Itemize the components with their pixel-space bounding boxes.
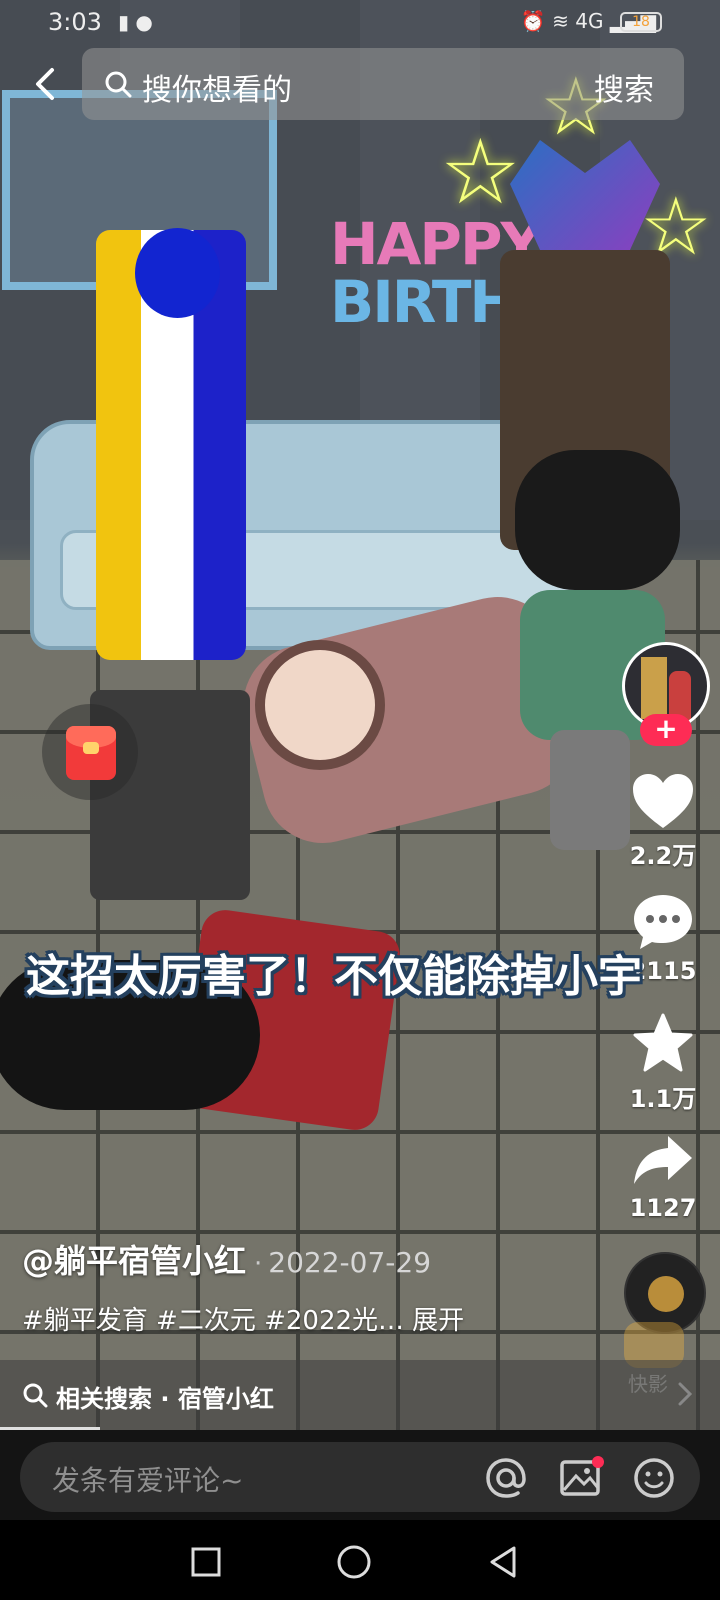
emoji-icon <box>634 1458 674 1498</box>
chevron-right-icon <box>678 1382 693 1406</box>
notification-icons: ▮ ● <box>118 10 153 34</box>
at-icon <box>486 1458 526 1498</box>
back-button[interactable] <box>20 56 70 112</box>
avatar-door <box>641 657 667 719</box>
neon-star-icon: ☆ <box>440 120 521 225</box>
share-button[interactable]: 1127 <box>618 1132 708 1222</box>
comment-input[interactable]: 发条有爱评论~ <box>20 1442 700 1512</box>
post-date: 2022-07-29 <box>268 1246 432 1279</box>
heart-icon <box>633 774 693 828</box>
like-count: 2.2万 <box>629 842 697 870</box>
related-search-label: 相关搜索 · 宿管小红 <box>56 1385 274 1413</box>
search-icon <box>105 71 132 98</box>
share-icon <box>634 1136 692 1184</box>
follow-button[interactable]: + <box>640 714 692 746</box>
battery-level: 18 <box>632 14 650 30</box>
system-navigation-bar <box>0 1520 720 1600</box>
author-name[interactable]: @躺平宿管小红 <box>22 1242 246 1280</box>
battery-icon: 18 <box>620 12 662 32</box>
comment-bar: 发条有爱评论~ <box>0 1430 720 1520</box>
character-bearded-head <box>515 450 680 590</box>
favorite-count: 1.1万 <box>629 1085 697 1113</box>
comment-placeholder: 发条有爱评论~ <box>52 1464 244 1497</box>
favorite-button[interactable]: 1.1万 <box>618 1013 708 1114</box>
search-button[interactable]: 搜索 <box>594 65 654 109</box>
triangle-back-nav-icon[interactable] <box>484 1542 524 1582</box>
star-icon <box>633 1013 693 1072</box>
top-search-bar: 搜你想看的 搜索 <box>0 46 720 122</box>
character-pink-girl-head <box>255 640 385 770</box>
status-bar: 3:03 ▮ ● ⏰ ≋ 4G ▂▄▆ 18 <box>0 0 720 44</box>
description-text[interactable]: #躺平发育 #二次元 #2022光… <box>22 1306 404 1336</box>
date-separator: · <box>254 1249 263 1279</box>
author-line: @躺平宿管小红 · 2022-07-29 <box>22 1236 431 1280</box>
circle-nav-icon[interactable] <box>334 1542 374 1582</box>
square-nav-icon[interactable] <box>186 1542 226 1582</box>
search-placeholder: 搜你想看的 <box>142 73 292 108</box>
status-time: 3:03 <box>48 8 102 36</box>
red-packet-button[interactable] <box>42 704 138 800</box>
image-button[interactable] <box>554 1452 606 1504</box>
network-label: 4G <box>575 9 604 33</box>
post-description: #躺平发育 #二次元 #2022光… 展开 <box>22 1300 464 1337</box>
video-subtitle: 这招太厉害了！不仅能除掉小宇 <box>26 951 642 1002</box>
search-input[interactable]: 搜你想看的 搜索 <box>82 48 684 120</box>
emoji-button[interactable] <box>628 1452 680 1504</box>
related-search-bar[interactable]: 相关搜索 · 宿管小红 <box>0 1360 720 1430</box>
mention-button[interactable] <box>480 1452 532 1504</box>
back-arrow-icon <box>36 68 54 100</box>
like-button[interactable]: 2.2万 <box>618 772 708 871</box>
red-packet-coin <box>83 742 99 754</box>
expand-button[interactable]: 展开 <box>412 1306 464 1336</box>
character-blue-hair <box>135 228 220 318</box>
search-icon <box>23 1383 48 1408</box>
share-count: 1127 <box>629 1194 697 1222</box>
music-cover <box>648 1276 684 1312</box>
new-dot-badge <box>592 1456 604 1468</box>
